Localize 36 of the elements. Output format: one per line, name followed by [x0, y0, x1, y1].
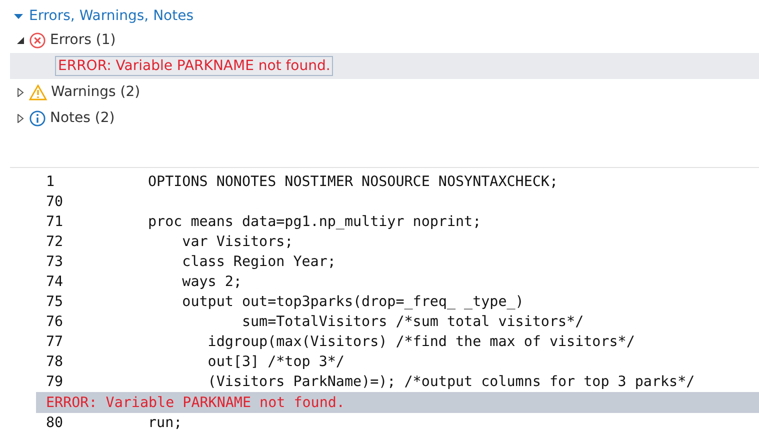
line-number: 70: [45, 194, 64, 210]
tree-item-label[interactable]: Errors (1): [50, 32, 116, 48]
code-line: out[3] /*top 3*/: [206, 354, 344, 370]
tree-item-label[interactable]: Warnings (2): [51, 84, 140, 100]
code-line: OPTIONS NONOTES NOSTIMER NOSOURCE NOSYNTAXCHECK;: [148, 174, 558, 190]
code-line: ways 2;: [181, 274, 242, 290]
line-number: 73: [45, 254, 64, 270]
tree-item-label[interactable]: Notes (2): [50, 110, 115, 126]
code-line: idgroup(max(Visitors) /*find the max of visitors*/: [206, 334, 635, 350]
code-line: class Region Year;: [181, 254, 336, 270]
code-line: run;: [148, 415, 182, 431]
line-number: 78: [45, 354, 64, 370]
message-row[interactable]: ERROR: Variable PARKNAME not found.: [10, 53, 759, 79]
warning-icon: [29, 84, 47, 100]
code-line: (Visitors ParkName)=); /*output columns for top 3 parks*/: [206, 374, 695, 390]
line-number: 71: [45, 214, 64, 230]
expand-toggle-icon[interactable]: [16, 114, 25, 122]
expand-toggle-icon[interactable]: [16, 88, 25, 96]
code-line: proc means data=pg1.np_multiyr noprint;: [148, 214, 482, 230]
line-number: 76: [45, 314, 64, 330]
line-number: 74: [45, 274, 64, 290]
line-number: 1: [45, 174, 56, 190]
line-number: 72: [45, 234, 64, 250]
line-number: 75: [45, 294, 64, 310]
code-line: var Visitors;: [181, 234, 294, 250]
section-header[interactable]: Errors, Warnings, Notes: [10, 5, 194, 27]
caret-down-icon: [14, 12, 23, 20]
error-icon: [29, 32, 46, 48]
code-line: sum=TotalVisitors /*sum total visitors*/: [240, 314, 584, 330]
error-message: ERROR: Variable PARKNAME not found.: [55, 56, 334, 76]
line-number: 77: [45, 334, 64, 350]
line-number: 79: [45, 374, 64, 390]
info-icon: [29, 110, 46, 126]
code-line: output out=top3parks(drop=_freq_ _type_): [181, 294, 524, 310]
collapse-toggle-icon[interactable]: [16, 36, 25, 44]
line-number: 80: [45, 415, 64, 431]
